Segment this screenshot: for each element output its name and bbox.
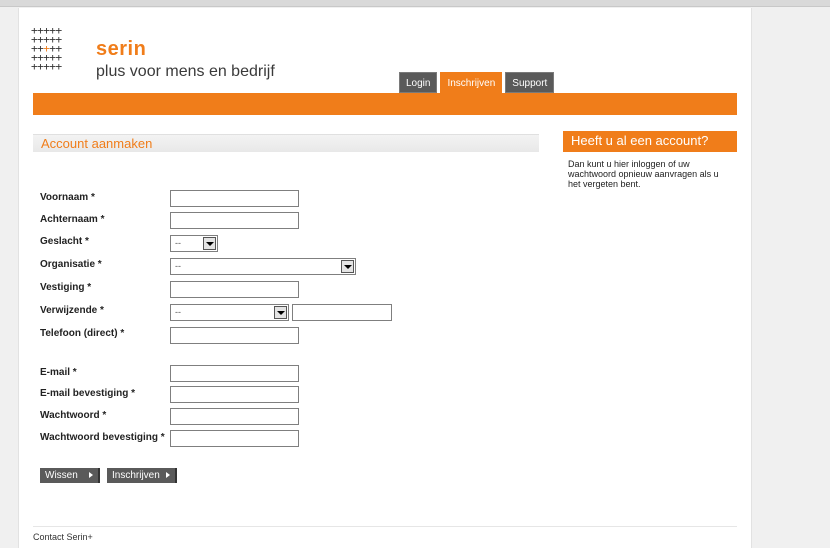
form-section-header: Account aanmaken (33, 134, 539, 152)
clear-button[interactable]: Wissen (40, 468, 100, 483)
main-nav-tabs: Login Inschrijven Support (399, 72, 555, 93)
wachtwoord-bevestiging-input[interactable] (170, 430, 299, 447)
label-wachtwoord: Wachtwoord * (40, 410, 107, 421)
label-geslacht: Geslacht * (40, 236, 89, 247)
chevron-down-icon[interactable] (203, 237, 216, 250)
wachtwoord-input[interactable] (170, 408, 299, 425)
tab-inschrijven[interactable]: Inschrijven (440, 72, 503, 93)
brand-name: serin (96, 38, 147, 60)
organisatie-select[interactable]: -- (170, 258, 356, 275)
verwijzende-extra-input[interactable] (292, 304, 392, 321)
organisatie-selected-value: -- (175, 261, 181, 271)
tab-login[interactable]: Login (399, 72, 438, 93)
chevron-down-icon[interactable] (341, 260, 354, 273)
sidebar-header: Heeft u al een account? (563, 131, 737, 152)
sidebar-text: Dan kunt u hier inloggen of uw wachtwoor… (568, 159, 719, 189)
logo-mark-icon: +++++ +++++ +++++ +++++ +++++ (31, 24, 62, 73)
submit-button[interactable]: Inschrijven (107, 468, 177, 483)
voornaam-input[interactable] (170, 190, 299, 207)
orange-banner (33, 93, 737, 115)
geslacht-selected-value: -- (175, 238, 181, 248)
submit-button-label: Inschrijven (112, 470, 160, 481)
email-input[interactable] (170, 365, 299, 382)
vestiging-input[interactable] (170, 281, 299, 298)
footer-divider (33, 526, 737, 527)
verwijzende-select[interactable]: -- (170, 304, 289, 321)
email-bevestiging-input[interactable] (170, 386, 299, 403)
label-email-bevestiging: E-mail bevestiging * (40, 388, 136, 399)
label-voornaam: Voornaam * (40, 192, 95, 203)
verwijzende-selected-value: -- (175, 307, 181, 317)
label-organisatie: Organisatie * (40, 259, 102, 270)
label-vestiging: Vestiging * (40, 282, 92, 293)
achternaam-input[interactable] (170, 212, 299, 229)
label-wachtwoord-bevestiging: Wachtwoord bevestiging * (40, 432, 165, 443)
sidebar-title: Heeft u al een account? (571, 133, 709, 148)
arrow-right-icon (166, 472, 170, 478)
tab-support[interactable]: Support (505, 72, 555, 93)
browser-top-border (0, 0, 830, 7)
footer-contact-link[interactable]: Contact Serin+ (33, 532, 93, 542)
label-email: E-mail * (40, 367, 77, 378)
brand-tagline: plus voor mens en bedrijf (96, 63, 275, 80)
chevron-down-icon[interactable] (274, 306, 287, 319)
form-title: Account aanmaken (41, 136, 153, 151)
label-verwijzende: Verwijzende * (40, 305, 104, 316)
label-telefoon: Telefoon (direct) * (40, 328, 125, 339)
arrow-right-icon (89, 472, 93, 478)
geslacht-select[interactable]: -- (170, 235, 218, 252)
page-container: +++++ +++++ +++++ +++++ +++++ serin plus… (18, 8, 752, 548)
label-achternaam: Achternaam * (40, 214, 105, 225)
clear-button-label: Wissen (45, 470, 78, 481)
telefoon-input[interactable] (170, 327, 299, 344)
